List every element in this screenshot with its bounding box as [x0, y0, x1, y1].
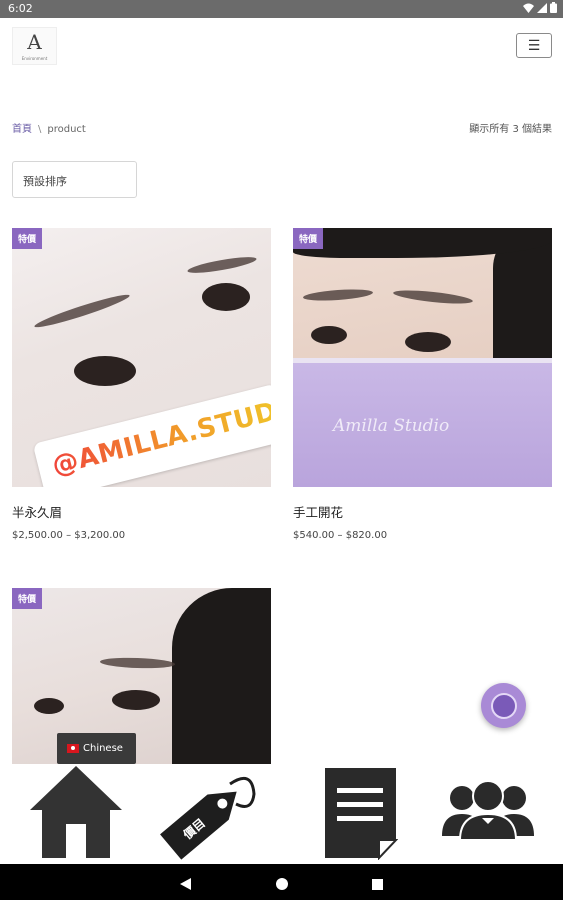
status-icons	[523, 2, 557, 16]
status-bar: 6:02	[0, 0, 563, 18]
chat-avatar-icon	[490, 692, 517, 719]
product-image[interactable]: Amilla Studio 特價	[293, 228, 552, 487]
breadcrumb-home-link[interactable]: 首頁	[12, 124, 32, 135]
nav-documents[interactable]	[323, 764, 399, 864]
product-price: $2,500.00 – $3,200.00	[12, 530, 126, 541]
product-card[interactable]: Amilla Studio 特價 手工開花 $540.00 – $820.00	[293, 228, 552, 548]
eye-shape	[112, 690, 160, 710]
result-count: 顯示所有 3 個結果	[469, 124, 552, 135]
team-icon	[442, 780, 534, 841]
price-tag-icon: 價目	[160, 776, 256, 860]
eyebrow-shape	[186, 253, 258, 277]
eye-shape	[405, 332, 451, 352]
home-icon	[30, 766, 122, 858]
site-logo[interactable]: A Environment	[12, 27, 57, 65]
logo-subtitle: Environment	[21, 56, 48, 61]
eye-shape	[202, 283, 250, 311]
eyebrow-shape	[392, 287, 474, 307]
language-label: Chinese	[83, 743, 123, 754]
wifi-icon	[523, 3, 534, 16]
product-name[interactable]: 手工開花	[293, 502, 343, 521]
eyebrow-shape	[99, 656, 176, 670]
studio-tag-text: @AMILLA.STUDIO	[49, 389, 271, 482]
breadcrumb: 首頁 \ product	[12, 120, 86, 135]
breadcrumb-current: product	[47, 124, 86, 135]
breadcrumb-separator: \	[38, 124, 42, 135]
sale-badge: 特價	[293, 228, 324, 249]
studio-tag: @AMILLA.STUDIO	[32, 383, 271, 487]
hamburger-icon: ☰	[527, 37, 541, 54]
system-navigation-bar	[0, 864, 563, 900]
eyebrow-shape	[302, 287, 374, 303]
language-switcher[interactable]: Chinese	[57, 733, 136, 764]
eye-shape	[311, 326, 347, 344]
status-time: 6:02	[8, 2, 33, 15]
signal-icon	[537, 2, 547, 16]
sale-badge: 特價	[12, 588, 43, 609]
nav-team[interactable]	[440, 764, 536, 864]
product-image[interactable]: 特價	[12, 588, 271, 764]
watermark-text: Amilla Studio	[333, 416, 450, 436]
menu-button[interactable]: ☰	[516, 33, 552, 58]
sale-badge: 特價	[12, 228, 43, 249]
bottom-navigation: 價目	[0, 764, 563, 864]
battery-icon	[550, 2, 557, 16]
eyebrow-shape	[32, 290, 132, 332]
hair-shape	[172, 588, 271, 764]
logo-mark: A	[27, 30, 42, 54]
product-card[interactable]: 特價	[12, 588, 271, 764]
recents-icon[interactable]	[372, 875, 383, 894]
sort-select[interactable]: 預設排序	[12, 161, 137, 198]
eye-shape	[34, 698, 64, 714]
chat-fab-button[interactable]	[481, 683, 526, 728]
product-price: $540.00 – $820.00	[293, 530, 388, 541]
hong-kong-flag-icon	[67, 744, 79, 753]
document-icon	[325, 768, 399, 861]
product-name[interactable]: 半永久眉	[12, 502, 62, 521]
nav-price-list[interactable]: 價目	[152, 764, 256, 864]
back-icon[interactable]	[180, 875, 191, 894]
nav-home[interactable]	[28, 764, 124, 864]
home-circle-icon[interactable]	[276, 875, 288, 894]
eye-shape	[74, 356, 136, 386]
product-card[interactable]: @AMILLA.STUDIO 特價 半永久眉 $2,500.00 – $3,20…	[12, 228, 271, 548]
product-image[interactable]: @AMILLA.STUDIO 特價	[12, 228, 271, 487]
